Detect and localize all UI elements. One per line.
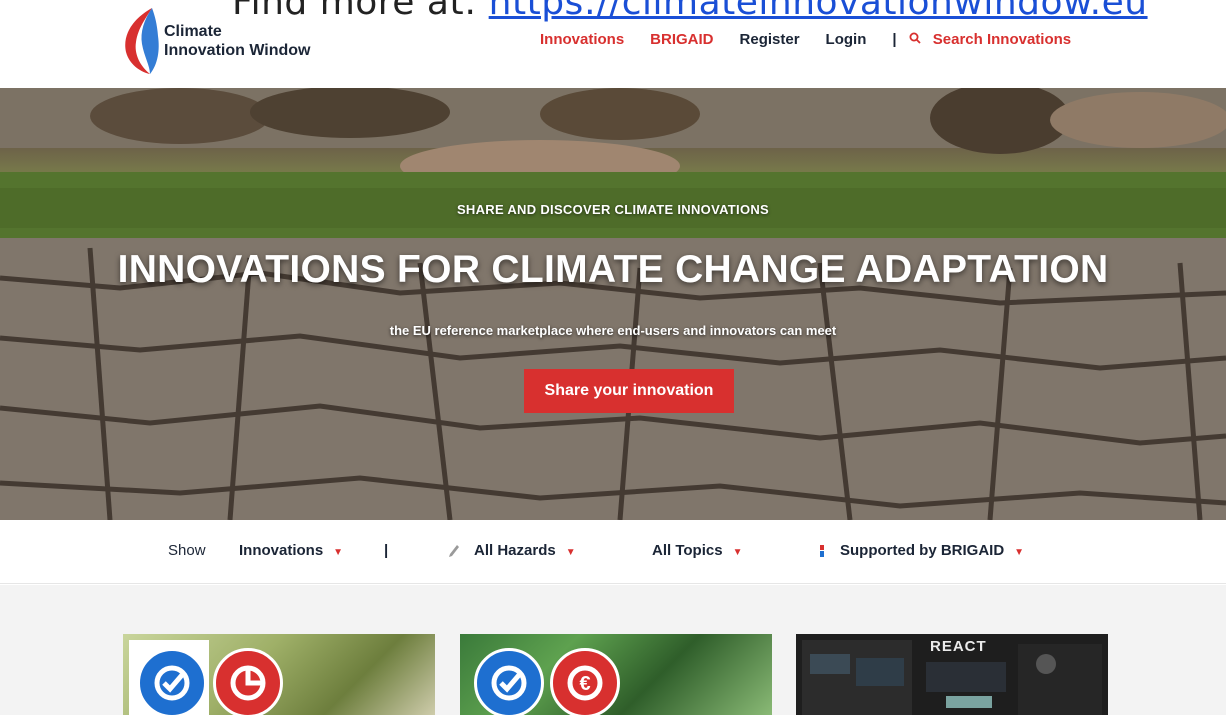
filter-bar: Show Innovations ▼ | All Hazards ▼ All T… — [0, 520, 1226, 584]
find-more-link[interactable]: https://climateinnovationwindow.eu — [489, 0, 1148, 23]
nav-register[interactable]: Register — [740, 31, 800, 48]
nav-innovations[interactable]: Innovations — [540, 31, 624, 48]
filter-topics-label: All Topics — [652, 542, 723, 559]
filter-hazards-label: All Hazards — [474, 542, 556, 559]
chevron-down-icon: ▼ — [1014, 547, 1025, 558]
filter-hazards-dropdown[interactable]: All Hazards ▼ — [448, 542, 576, 559]
main-nav: Innovations BRIGAID Register Login | Sea… — [540, 28, 1071, 50]
innovation-card[interactable] — [123, 634, 435, 715]
filter-show-label: Show — [168, 542, 206, 559]
logo-line-2: Innovation Window — [164, 42, 311, 59]
filter-type-label: Innovations — [239, 542, 324, 559]
pie-chart-icon — [213, 648, 283, 715]
filter-type-dropdown[interactable]: Innovations ▼ — [239, 542, 343, 559]
nav-search[interactable]: Search Innovations — [909, 30, 1072, 48]
logo-line-1: Climate — [164, 23, 222, 40]
nav-separator: | — [892, 30, 897, 48]
hero-kicker: SHARE AND DISCOVER CLIMATE INNOVATIONS — [456, 202, 770, 217]
innovation-card[interactable]: € — [460, 634, 772, 715]
hero-banner: SHARE AND DISCOVER CLIMATE INNOVATIONS I… — [0, 88, 1226, 520]
euro-icon: € — [550, 648, 620, 715]
filter-support-label: Supported by BRIGAID — [840, 542, 1005, 559]
nav-search-label: Search Innovations — [932, 30, 1072, 48]
hazard-icon — [448, 544, 460, 558]
innovation-cards: € REACT — [0, 585, 1226, 715]
chevron-down-icon: ▼ — [565, 547, 576, 558]
card-heading: REACT — [930, 638, 987, 655]
hero-subtitle: the EU reference marketplace where end-u… — [389, 323, 837, 338]
hero-title: INNOVATIONS FOR CLIMATE CHANGE ADAPTATIO… — [117, 248, 1109, 291]
logo-mark-icon — [125, 8, 159, 74]
chevron-down-icon: ▼ — [333, 547, 344, 558]
page: Climate Innovation Window Innovations BR… — [0, 0, 1226, 715]
find-more-prefix: Find more at: — [232, 0, 489, 23]
share-innovation-button[interactable]: Share your innovation — [524, 369, 734, 413]
brigaid-icon — [818, 544, 826, 558]
chevron-down-icon: ▼ — [732, 547, 743, 558]
innovation-card[interactable]: REACT — [796, 634, 1108, 715]
check-icon — [137, 648, 207, 715]
filter-separator: | — [384, 542, 389, 559]
find-more-overlay: Find more at: https://climateinnovationw… — [232, 0, 1148, 23]
filter-support-dropdown[interactable]: Supported by BRIGAID ▼ — [818, 542, 1024, 559]
nav-brigaid[interactable]: BRIGAID — [650, 31, 713, 48]
filter-topics-dropdown[interactable]: All Topics ▼ — [652, 542, 742, 559]
search-icon — [909, 32, 921, 44]
svg-text:€: € — [579, 673, 590, 695]
nav-login[interactable]: Login — [826, 31, 867, 48]
check-icon — [474, 648, 544, 715]
hero-background-image — [0, 88, 1226, 520]
logo-text: Climate Innovation Window — [164, 22, 311, 60]
